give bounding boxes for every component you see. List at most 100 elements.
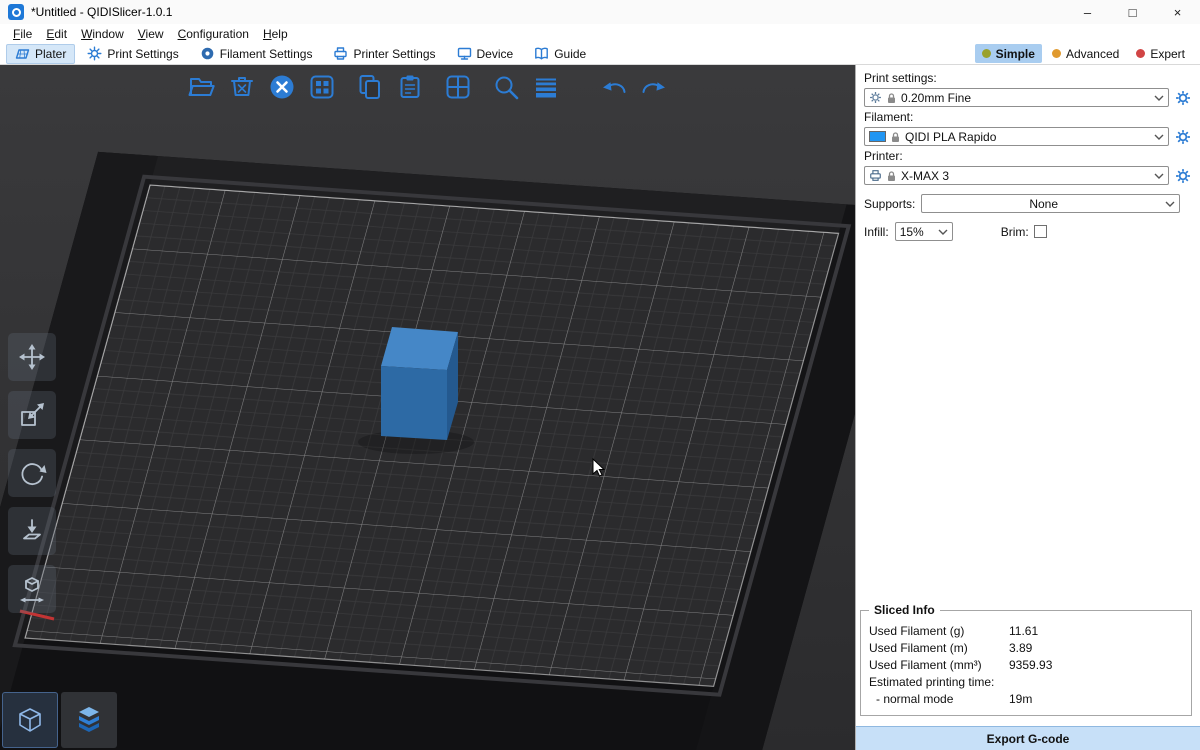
layers-preview-button[interactable] (61, 692, 117, 748)
editor-3d-view-button[interactable] (2, 692, 58, 748)
menu-help[interactable]: Help (256, 26, 295, 42)
supports-select[interactable]: None (921, 194, 1180, 213)
tab-device[interactable]: Device (448, 44, 523, 64)
mode-advanced[interactable]: Advanced (1045, 44, 1126, 63)
layers-preview-icon (74, 705, 104, 735)
rotate-tool-button[interactable] (8, 449, 56, 497)
open-folder-icon (187, 72, 217, 102)
variable-layer-height-button[interactable] (529, 70, 563, 104)
filament-color-swatch (869, 131, 886, 142)
print-settings-label: Print settings: (864, 71, 1192, 85)
plater-toolbar (185, 70, 677, 104)
measure-tool-button[interactable] (8, 565, 56, 613)
main-area: Print settings: 0.20mm Fine (0, 65, 1200, 750)
delete-icon (227, 72, 257, 102)
copy-button[interactable] (353, 70, 387, 104)
brim-label: Brim: (1001, 225, 1029, 239)
scale-tool-button[interactable] (8, 391, 56, 439)
move-tool-button[interactable] (8, 333, 56, 381)
search-icon (491, 72, 521, 102)
sliced-info-row: Used Filament (mm³) 9359.93 (869, 658, 1183, 672)
filament-select[interactable]: QIDI PLA Rapido (864, 127, 1169, 146)
menu-view[interactable]: View (131, 26, 171, 42)
tab-label: Print Settings (107, 47, 178, 61)
tab-label: Device (477, 47, 514, 61)
advanced-mode-dot (1052, 49, 1061, 58)
supports-label: Supports: (864, 197, 915, 211)
move-icon (17, 342, 47, 372)
undo-icon (599, 72, 629, 102)
printer-select[interactable]: X-MAX 3 (864, 166, 1169, 185)
mode-simple[interactable]: Simple (975, 44, 1042, 63)
maximize-button[interactable]: □ (1110, 0, 1155, 24)
supports-value: None (926, 197, 1161, 211)
menu-window[interactable]: Window (74, 26, 131, 42)
gear-icon (87, 46, 102, 61)
scene-canvas[interactable] (0, 65, 855, 750)
infill-label: Infill: (864, 225, 889, 239)
open-file-button[interactable] (185, 70, 219, 104)
view-switch (2, 692, 117, 748)
lock-icon (886, 170, 897, 182)
object-manipulation-toolbar (8, 333, 56, 613)
arrange-button[interactable] (305, 70, 339, 104)
tab-printer-settings[interactable]: Printer Settings (324, 44, 444, 64)
sliced-info-panel: Sliced Info Used Filament (g) 11.61 Used… (860, 610, 1192, 716)
printer-value: X-MAX 3 (901, 169, 1150, 183)
sliced-info-title: Sliced Info (869, 603, 940, 617)
window-controls: – □ × (1065, 0, 1200, 24)
tab-plater[interactable]: Plater (6, 44, 75, 64)
tab-bar: Plater Print Settings Filament Settings … (0, 43, 1200, 65)
app-logo-icon (8, 4, 24, 20)
delete-all-icon (267, 72, 297, 102)
expert-mode-dot (1136, 49, 1145, 58)
lock-icon (886, 92, 897, 104)
mode-label: Expert (1150, 47, 1185, 61)
delete-button[interactable] (225, 70, 259, 104)
undo-button[interactable] (597, 70, 631, 104)
rotate-icon (17, 458, 47, 488)
chevron-down-icon (938, 229, 948, 235)
editor-3d-view-icon (15, 706, 45, 734)
chevron-down-icon (1154, 173, 1164, 179)
filament-edit-button[interactable] (1174, 128, 1192, 146)
print-settings-edit-button[interactable] (1174, 89, 1192, 107)
split-objects-button[interactable] (441, 70, 475, 104)
device-icon (457, 46, 472, 61)
search-button[interactable] (489, 70, 523, 104)
export-gcode-button[interactable]: Export G-code (856, 726, 1200, 750)
mode-switcher: Simple Advanced Expert (975, 44, 1194, 63)
guide-icon (534, 46, 549, 61)
brim-checkbox[interactable] (1034, 225, 1047, 238)
mode-expert[interactable]: Expert (1129, 44, 1192, 63)
printer-icon (333, 46, 348, 61)
close-button[interactable]: × (1155, 0, 1200, 24)
tab-label: Plater (35, 47, 66, 61)
edit-gear-icon (1175, 129, 1191, 145)
minimize-button[interactable]: – (1065, 0, 1110, 24)
plater-icon (15, 46, 30, 61)
redo-button[interactable] (637, 70, 671, 104)
tab-guide[interactable]: Guide (525, 44, 595, 64)
edit-gear-icon (1175, 168, 1191, 184)
menu-file[interactable]: File (6, 26, 39, 42)
print-settings-select[interactable]: 0.20mm Fine (864, 88, 1169, 107)
place-on-face-tool-button[interactable] (8, 507, 56, 555)
delete-all-button[interactable] (265, 70, 299, 104)
sliced-info-row: - normal mode 19m (869, 692, 1183, 706)
paste-button[interactable] (393, 70, 427, 104)
filament-icon (200, 46, 215, 61)
model-cube[interactable] (381, 327, 458, 440)
printer-edit-button[interactable] (1174, 167, 1192, 185)
menu-configuration[interactable]: Configuration (171, 26, 256, 42)
settings-sidebar: Print settings: 0.20mm Fine (855, 65, 1200, 750)
printer-label: Printer: (864, 149, 1192, 163)
edit-gear-icon (1175, 90, 1191, 106)
3d-viewport[interactable] (0, 65, 855, 750)
infill-select[interactable]: 15% (895, 222, 953, 241)
tab-filament-settings[interactable]: Filament Settings (191, 44, 322, 64)
menu-edit[interactable]: Edit (39, 26, 74, 42)
title-bar: *Untitled - QIDISlicer-1.0.1 – □ × (0, 0, 1200, 24)
sliced-info-row: Used Filament (m) 3.89 (869, 641, 1183, 655)
tab-print-settings[interactable]: Print Settings (78, 44, 187, 64)
